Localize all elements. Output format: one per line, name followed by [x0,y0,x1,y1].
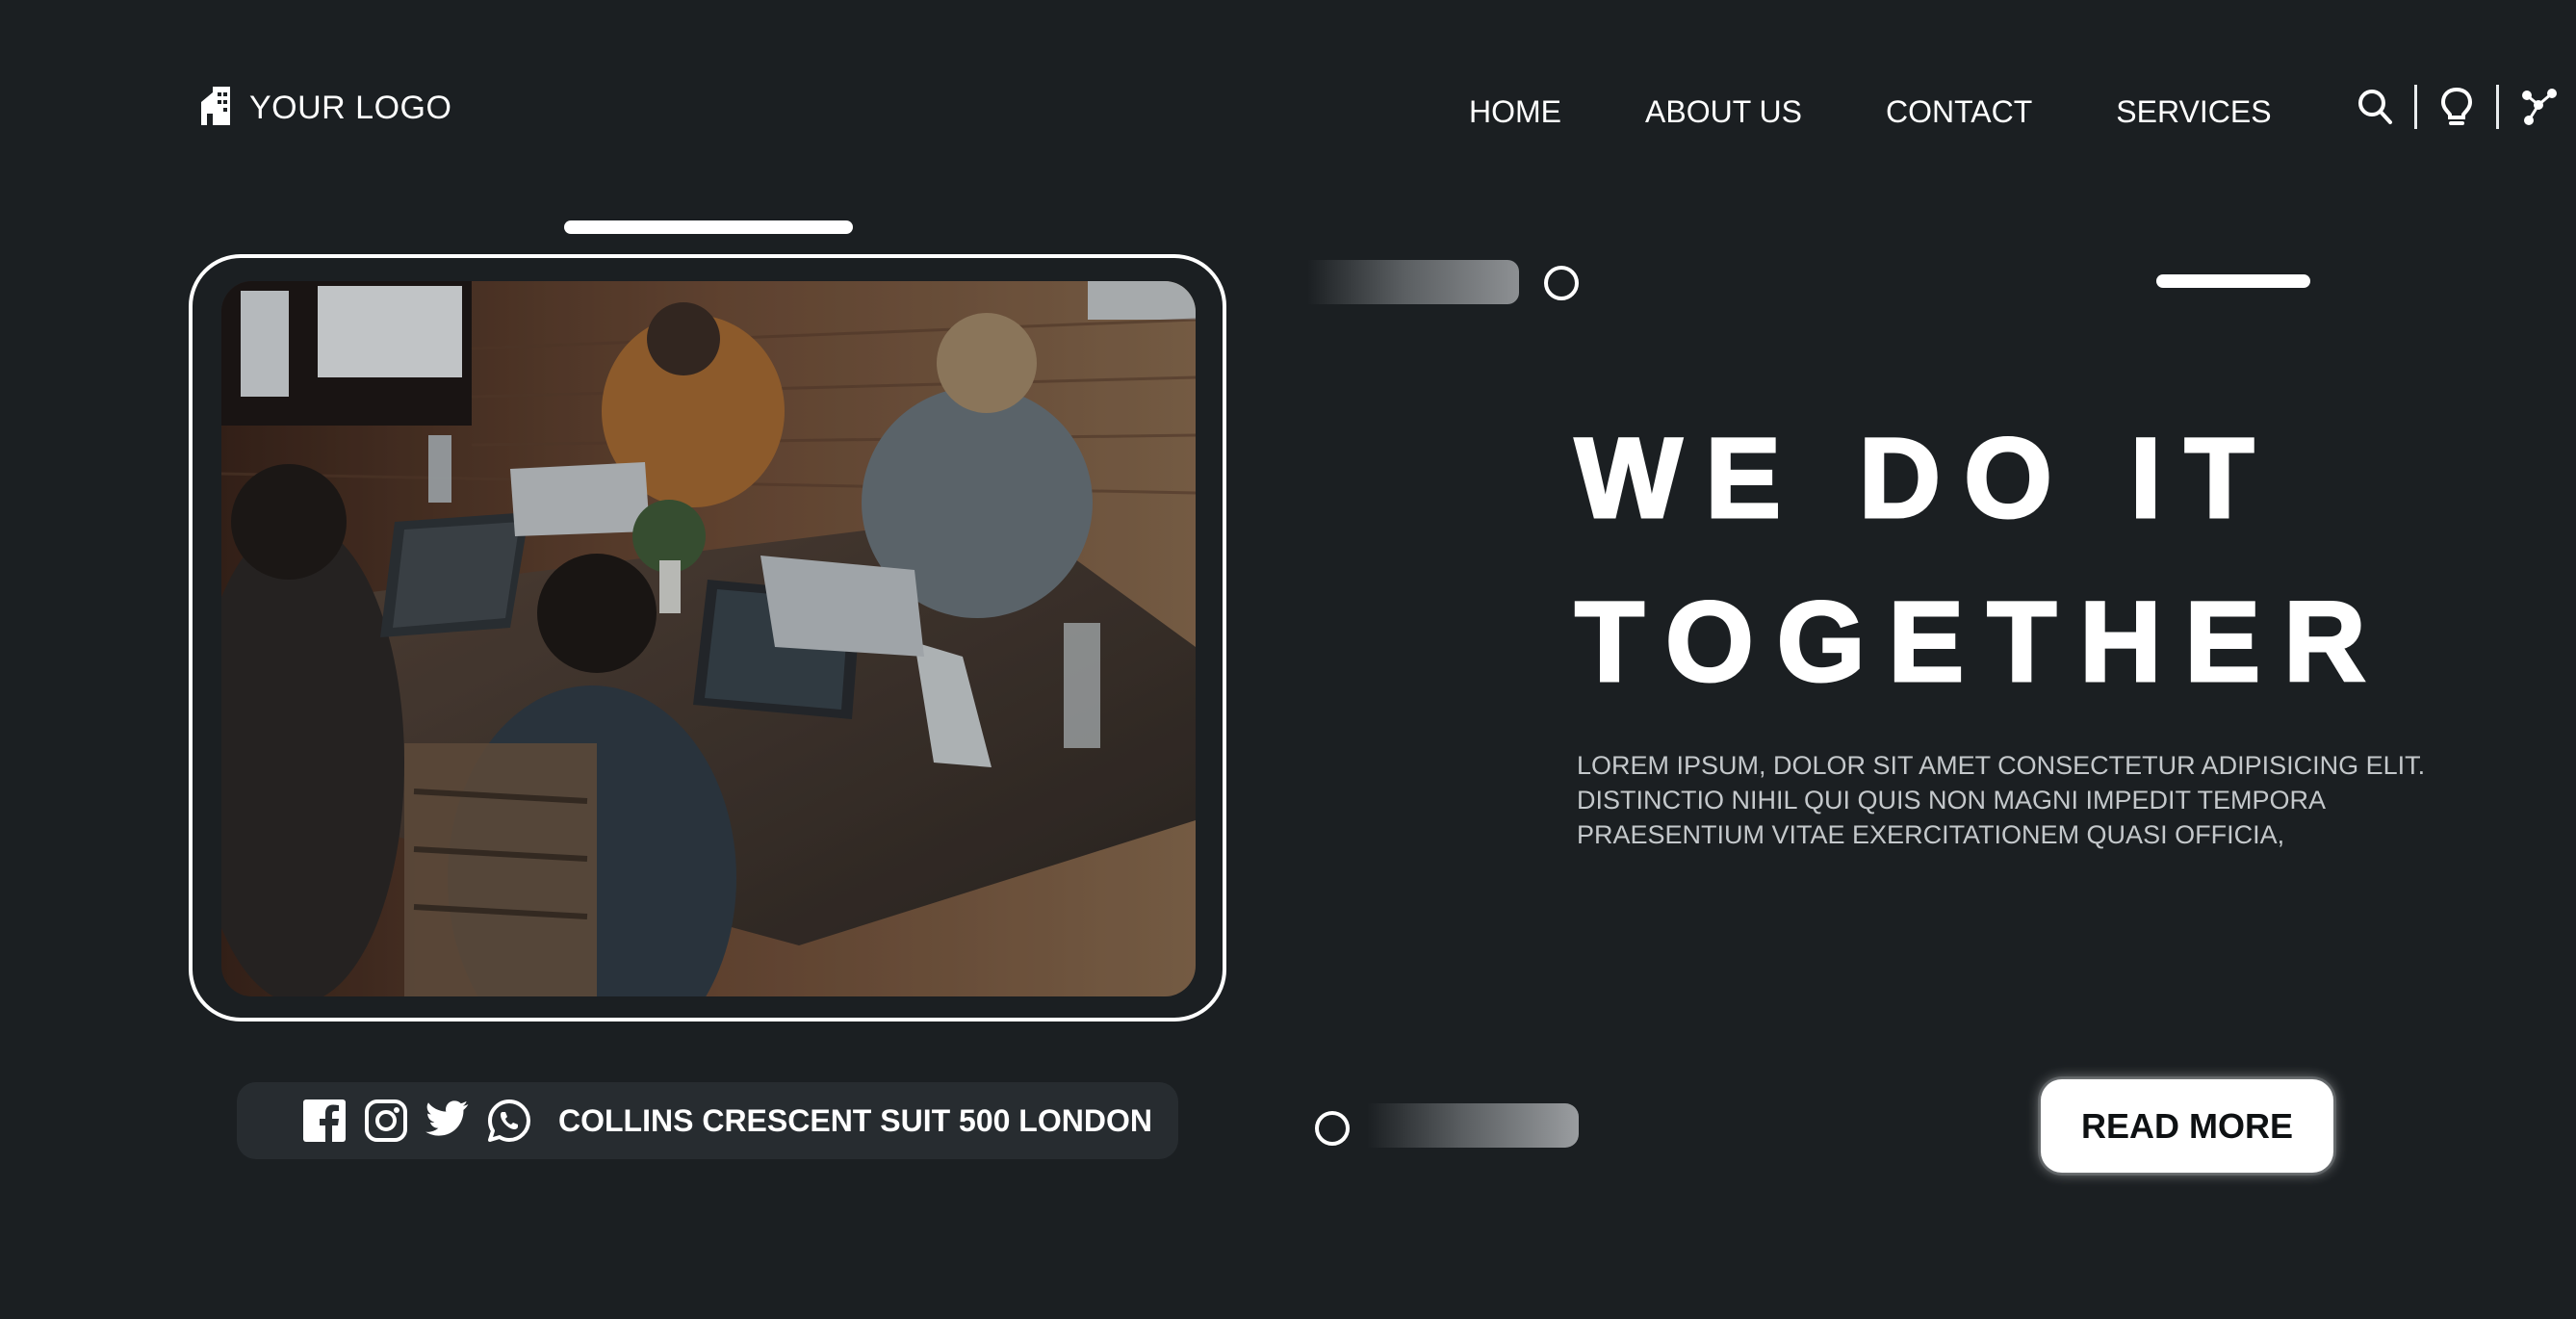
decor-ring [1544,266,1579,300]
search-icon[interactable] [2353,83,2397,131]
divider [2414,85,2417,129]
decor-gradient-bar [1367,1103,1579,1148]
instagram-icon[interactable] [362,1097,410,1145]
twitter-icon[interactable] [424,1097,472,1145]
header-tools [2353,83,2561,131]
nav-item-home[interactable]: HOME [1469,94,1561,130]
hero-headline: WE DO IT TOGETHER [1573,397,2389,724]
decor-ring [1315,1111,1350,1146]
address-text: COLLINS CRESCENT SUIT 500 LONDON [558,1102,1152,1138]
contact-bar: COLLINS CRESCENT SUIT 500 LONDON [237,1082,1178,1159]
whatsapp-icon[interactable] [485,1097,533,1145]
decor-dash [2156,274,2310,288]
decor-gradient-bar [1307,260,1519,304]
share-network-icon[interactable] [2516,83,2561,131]
lightbulb-icon[interactable] [2434,83,2479,131]
headline-line-2: TOGETHER [1573,578,2389,708]
main-nav: HOME ABOUT US CONTACT SERVICES [1469,94,2272,130]
nav-item-contact[interactable]: CONTACT [1886,94,2032,130]
decor-bar [564,220,853,234]
hero-photo [221,281,1196,996]
hero-body-text: LOREM IPSUM, DOLOR SIT AMET CONSECTETUR … [1577,751,2426,849]
facebook-icon[interactable] [300,1097,348,1145]
headline-line-1: WE DO IT [1573,414,2278,544]
landing-page: YOUR LOGO HOME ABOUT US CONTACT SERVICES [0,0,2576,1319]
nav-item-services[interactable]: SERVICES [2116,94,2271,130]
read-more-button[interactable]: READ MORE [2041,1079,2333,1173]
logo-text: YOUR LOGO [249,90,452,126]
nav-item-about-us[interactable]: ABOUT US [1645,94,1802,130]
building-icon [195,85,234,132]
logo[interactable]: YOUR LOGO [195,85,451,132]
divider [2496,85,2499,129]
